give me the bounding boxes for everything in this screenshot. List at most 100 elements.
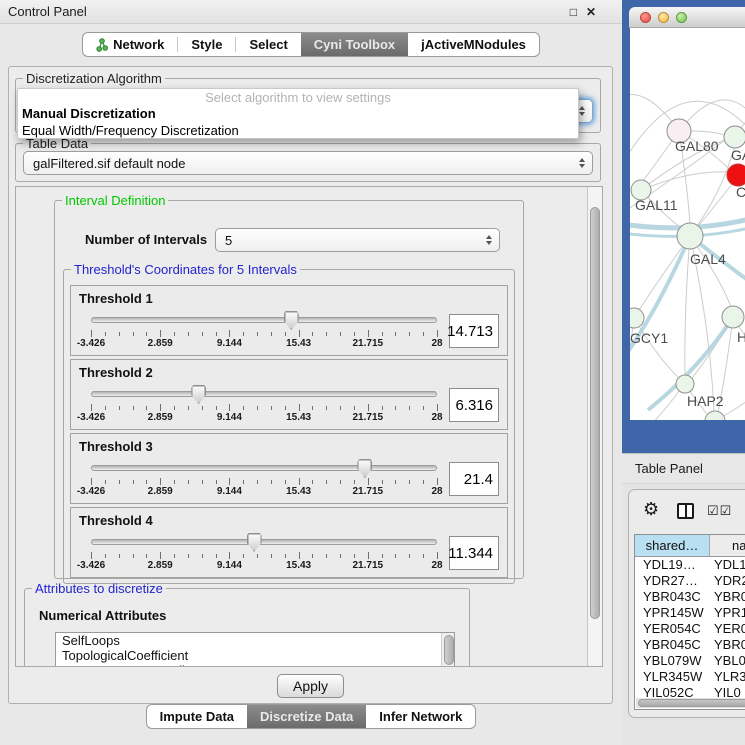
close-traffic-light[interactable] [640,12,651,23]
table-cell[interactable]: YPR145W [635,605,710,621]
split-columns-icon[interactable] [677,503,694,519]
node-label: HAP2 [687,393,724,409]
table-row[interactable]: YBR045CYBR0 [635,637,745,653]
tab-network[interactable]: Network [83,33,177,56]
table-cell[interactable]: YBR043C [635,589,710,605]
algorithm-dropdown-popup: Select algorithm to view settings Manual… [17,88,579,139]
table-rows: YDL19…YDL1YDR27…YDR2YBR043CYBR0YPR145WYP… [635,557,745,709]
gear-icon[interactable]: ⚙ [643,500,659,518]
algorithm-option-manual[interactable]: Manual Discretization [18,105,578,122]
table-cell[interactable]: YER0 [710,621,745,637]
table-cell[interactable]: YDR2 [710,573,745,589]
attributes-scrollbar[interactable] [441,633,454,667]
threshold-body: -3.4262.8599.14415.4321.71528 6.316 [79,384,499,426]
network-edge[interactable] [634,318,678,377]
horizontal-scrollbar[interactable] [636,698,745,708]
slider-track[interactable] [91,317,437,323]
scale-label: 9.144 [217,560,242,571]
slider-track[interactable] [91,391,437,397]
vertical-scrollbar[interactable] [587,187,602,666]
table-row[interactable]: YPR145WYPR1 [635,605,745,621]
tab-label: Network [113,37,164,52]
network-node-h[interactable] [722,306,744,328]
tab-cyni-toolbox[interactable]: Cyni Toolbox [301,33,408,56]
table-row[interactable]: YLR345WYLR3 [635,669,745,685]
network-node-c[interactable] [727,164,745,186]
threshold-value-field[interactable]: 6.316 [449,388,499,422]
table-cell[interactable]: YLR345W [635,669,710,685]
number-of-intervals-combobox[interactable]: 5 [215,228,500,252]
table-cell[interactable]: YBR0 [710,637,745,653]
table-data-combobox[interactable]: galFiltered.sif default node [23,151,593,175]
network-window-titlebar[interactable] [629,7,745,28]
window-controls: □ ✕ [570,6,596,18]
scrollbar-thumb[interactable] [638,699,745,707]
network-node-gal4[interactable] [677,223,703,249]
zoom-traffic-light[interactable] [676,12,687,23]
network-canvas[interactable]: GAL80GACGAL11GAL4GCY1HHAP2 [630,28,745,420]
network-node[interactable] [705,411,725,420]
top-tab-row: Network StyleSelectCyni ToolboxjActiveMNo… [0,32,622,57]
table-data-value: galFiltered.sif default node [33,156,185,171]
tab-discretize-data[interactable]: Discretize Data [247,705,366,728]
network-node-ga[interactable] [724,126,745,148]
network-node-gcy1[interactable] [630,308,644,328]
float-window-icon[interactable]: □ [570,6,577,18]
tab-impute-data[interactable]: Impute Data [147,705,247,728]
table-row[interactable]: YDL19…YDL1 [635,557,745,573]
table-cell[interactable]: YDR27… [635,573,710,589]
column-header-1[interactable]: shared… [635,535,710,556]
table-cell[interactable]: YBL079W [635,653,710,669]
table-cell[interactable]: YDL19… [635,557,710,573]
scale-label: 28 [431,486,442,497]
slider-track[interactable] [91,539,437,545]
table-cell[interactable]: YBL0 [710,653,745,669]
algorithm-option-equal-width[interactable]: Equal Width/Frequency Discretization [18,122,578,139]
network-edge[interactable] [641,172,728,190]
tab-style[interactable]: Style [178,33,235,56]
scrollbar-thumb[interactable] [444,635,454,665]
attribute-item-betweennesscentrality[interactable]: BetweennessCentrality [56,663,454,667]
table-row[interactable]: YER054CYER0 [635,621,745,637]
attribute-item-topologicalcoefficient[interactable]: TopologicalCoefficient [56,648,454,663]
number-of-intervals-value: 5 [225,233,232,248]
threshold-value-field[interactable]: 11.344 [449,536,499,570]
interval-definition-label: Interval Definition [62,193,168,208]
threshold-slider[interactable]: -3.4262.8599.14415.4321.71528 [91,532,437,574]
slider-ticks [91,330,437,338]
table-cell[interactable]: YBR0 [710,589,745,605]
tab-infer-network[interactable]: Infer Network [366,705,475,728]
table-row[interactable]: YBL079WYBL0 [635,653,745,669]
table-cell[interactable]: YPR1 [710,605,745,621]
threshold-slider[interactable]: -3.4262.8599.14415.4321.71528 [91,458,437,500]
threshold-value-field[interactable]: 21.4 [449,462,499,496]
scrollbar-thumb[interactable] [590,207,600,619]
column-header-2[interactable]: na [710,535,745,556]
table-row[interactable]: YDR27…YDR2 [635,573,745,589]
attribute-item-selfloops[interactable]: SelfLoops [56,633,454,648]
table-cell[interactable]: YDL1 [710,557,745,573]
apply-button[interactable]: Apply [277,674,344,698]
network-edge[interactable] [630,318,634,388]
network-icon [96,38,108,52]
table-cell[interactable]: YLR3 [710,669,745,685]
threshold-value-field[interactable]: 14.713 [449,314,499,348]
tab-select[interactable]: Select [236,33,300,56]
slider-thumb[interactable] [247,533,262,552]
table-row[interactable]: YBR043CYBR0 [635,589,745,605]
slider-thumb[interactable] [357,459,372,478]
table-cell[interactable]: YBR045C [635,637,710,653]
slider-ticks [91,478,437,486]
select-columns-checkboxes-icon[interactable]: ☑☑ [707,503,732,519]
slider-thumb[interactable] [191,385,206,404]
slider-thumb[interactable] [284,311,299,330]
network-node-hap2[interactable] [676,375,694,393]
threshold-slider[interactable]: -3.4262.8599.14415.4321.71528 [91,384,437,426]
table-cell[interactable]: YER054C [635,621,710,637]
close-window-icon[interactable]: ✕ [586,6,596,18]
tab-jactivemnodules[interactable]: jActiveMNodules [408,33,539,56]
slider-track[interactable] [91,465,437,471]
threshold-slider[interactable]: -3.4262.8599.14415.4321.71528 [91,310,437,352]
node-label: GA [731,147,745,163]
minimize-traffic-light[interactable] [658,12,669,23]
